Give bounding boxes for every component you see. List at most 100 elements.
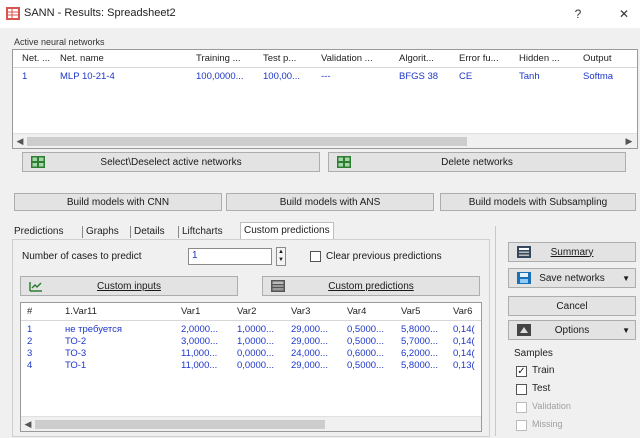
- spin-down-icon[interactable]: ▼: [278, 257, 284, 264]
- tab-liftcharts[interactable]: Liftcharts: [182, 226, 223, 237]
- row-var3: 24,000...: [291, 348, 328, 359]
- build-ans-button[interactable]: Build models with ANS: [226, 193, 434, 211]
- custom-predictions-button[interactable]: Custom predictions: [262, 276, 480, 296]
- dropdown-arrow-icon[interactable]: ▼: [622, 274, 630, 283]
- network-training: 100,0000...: [196, 71, 244, 82]
- col-var4[interactable]: Var4: [347, 306, 366, 317]
- col-net-id[interactable]: Net. ...: [22, 53, 52, 64]
- cancel-button[interactable]: Cancel: [508, 296, 636, 316]
- row-var4: 0,5000...: [347, 324, 384, 335]
- col-var3[interactable]: Var3: [291, 306, 310, 317]
- summary-button[interactable]: Summary: [508, 242, 636, 262]
- tab-separator: [82, 226, 83, 238]
- delete-networks-label: Delete networks: [441, 156, 513, 168]
- dropdown-arrow-icon[interactable]: ▼: [622, 326, 630, 335]
- col-test[interactable]: Test p...: [263, 53, 307, 64]
- col-algorithm[interactable]: Algorit...: [399, 53, 447, 64]
- options-label: Options: [554, 324, 590, 336]
- save-networks-label: Save networks: [539, 272, 605, 284]
- row-index: 4: [27, 360, 33, 371]
- save-networks-button[interactable]: Save networks ▼: [508, 268, 636, 288]
- row-var3: 29,000...: [291, 324, 328, 335]
- network-name: MLP 10-21-4: [60, 71, 115, 82]
- validation-label: Validation: [532, 401, 571, 411]
- row-var1: 3,0000...: [181, 336, 218, 347]
- table-icon: [271, 280, 285, 292]
- train-checkbox[interactable]: ✓: [516, 366, 527, 377]
- custom-predictions-grid[interactable]: # 1.Var11 Var1 Var2 Var3 Var4 Var5 Var6 …: [20, 302, 482, 432]
- col-validation[interactable]: Validation ...: [321, 53, 389, 64]
- row-var5: 6,2000...: [401, 348, 438, 359]
- col-var6[interactable]: Var6: [453, 306, 472, 317]
- row-var11: ТО-3: [65, 348, 87, 359]
- test-checkbox[interactable]: [516, 384, 527, 395]
- networks-hscrollbar[interactable]: ◀ ▶: [13, 133, 637, 148]
- summary-label: Summary: [550, 246, 594, 258]
- tab-graphs[interactable]: Graphs: [86, 226, 119, 237]
- col-hidden[interactable]: Hidden ...: [519, 53, 571, 64]
- spreadsheet-icon: [6, 7, 20, 20]
- row-var1: 2,0000...: [181, 324, 218, 335]
- cases-input[interactable]: 1: [188, 248, 272, 265]
- cases-spinner[interactable]: ▲ ▼: [276, 247, 286, 266]
- select-deselect-networks-button[interactable]: Select\Deselect active networks: [22, 152, 320, 172]
- select-deselect-label: Select\Deselect active networks: [100, 156, 242, 168]
- row-var5: 5,8000...: [401, 360, 438, 371]
- delete-networks-button[interactable]: Delete networks: [328, 152, 626, 172]
- row-var6: 0,14(: [453, 336, 475, 347]
- row-var6: 0,14(: [453, 348, 475, 359]
- network-algorithm: BFGS 38: [399, 71, 439, 82]
- tab-separator: [130, 226, 131, 238]
- custom-inputs-label: Custom inputs: [97, 280, 161, 292]
- col-var2[interactable]: Var2: [237, 306, 256, 317]
- scroll-right-icon[interactable]: ▶: [623, 135, 635, 147]
- row-index: 3: [27, 348, 33, 359]
- network-id: 1: [22, 71, 28, 82]
- row-var5: 5,7000...: [401, 336, 438, 347]
- build-cnn-button[interactable]: Build models with CNN: [14, 193, 222, 211]
- chart-icon: [29, 282, 42, 292]
- scroll-thumb[interactable]: [27, 137, 467, 146]
- scroll-left-icon[interactable]: ◀: [22, 418, 34, 430]
- row-var4: 0,6000...: [347, 348, 384, 359]
- col-var1[interactable]: Var1: [181, 306, 200, 317]
- row-var5: 5,8000...: [401, 324, 438, 335]
- validation-checkbox: [516, 402, 527, 413]
- row-var4: 0,5000...: [347, 336, 384, 347]
- custom-inputs-button[interactable]: Custom inputs: [20, 276, 238, 296]
- col-training[interactable]: Training ...: [196, 53, 254, 64]
- scroll-thumb[interactable]: [35, 420, 325, 429]
- window-title: SANN - Results: Spreadsheet2: [24, 7, 176, 19]
- row-var4: 0,5000...: [347, 360, 384, 371]
- grid-icon: [337, 156, 351, 168]
- predictions-hscrollbar[interactable]: ◀: [21, 416, 481, 431]
- row-var11: ТО-1: [65, 360, 87, 371]
- row-var1: 11,000...: [181, 360, 218, 371]
- close-button[interactable]: ✕: [616, 6, 632, 22]
- row-var6: 0,13(: [453, 360, 475, 371]
- train-label: Train: [532, 365, 555, 376]
- col-output[interactable]: Output: [583, 53, 637, 64]
- vertical-divider: [495, 226, 496, 436]
- col-var11[interactable]: 1.Var11: [65, 306, 97, 317]
- network-test: 100,00...: [263, 71, 300, 82]
- col-error-function[interactable]: Error fu...: [459, 53, 507, 64]
- networks-list[interactable]: Net. ... Net. name Training ... Test p..…: [12, 49, 638, 149]
- summary-icon: [517, 246, 531, 258]
- scroll-left-icon[interactable]: ◀: [14, 135, 26, 147]
- tab-details[interactable]: Details: [134, 226, 165, 237]
- spin-up-icon[interactable]: ▲: [278, 249, 284, 256]
- row-var2: 0,0000...: [237, 360, 274, 371]
- tab-predictions[interactable]: Predictions: [14, 226, 63, 237]
- tab-custom-predictions[interactable]: Custom predictions: [240, 222, 334, 239]
- col-var5[interactable]: Var5: [401, 306, 420, 317]
- help-button[interactable]: ?: [570, 6, 586, 22]
- col-net-name[interactable]: Net. name: [60, 53, 170, 64]
- build-subsampling-button[interactable]: Build models with Subsampling: [440, 193, 636, 211]
- row-var1: 11,000...: [181, 348, 218, 359]
- row-var6: 0,14(: [453, 324, 475, 335]
- networks-list-header: Net. ... Net. name Training ... Test p..…: [13, 50, 637, 68]
- options-button[interactable]: Options ▼: [508, 320, 636, 340]
- clear-predictions-checkbox[interactable]: [310, 251, 321, 262]
- col-index[interactable]: #: [27, 306, 32, 317]
